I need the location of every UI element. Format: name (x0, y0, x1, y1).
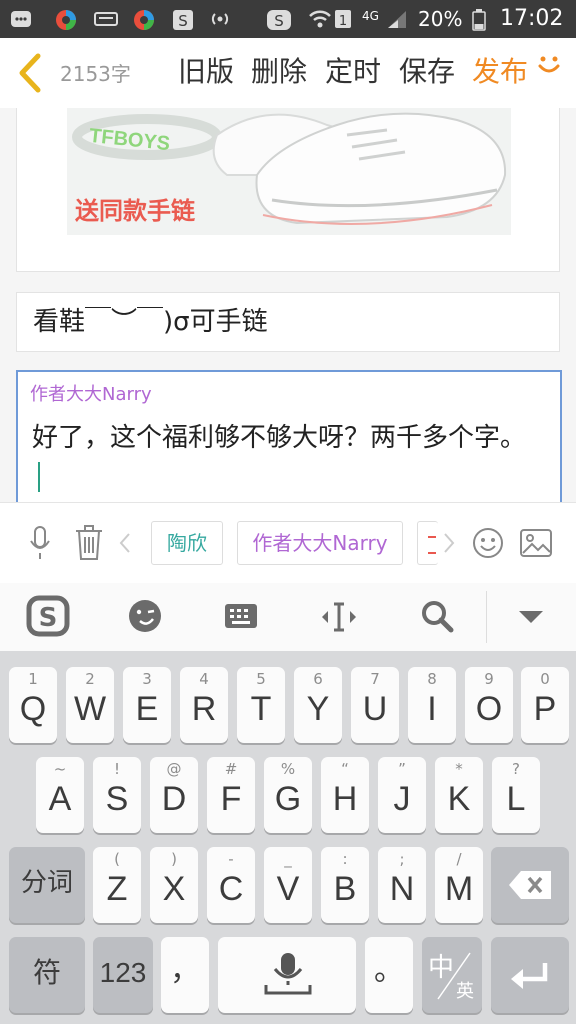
smile-icon (536, 54, 562, 80)
cursor-move-icon[interactable] (320, 601, 358, 637)
sim-icon: 1 (334, 9, 352, 29)
tag-chip-1[interactable]: 作者大大Narry (237, 521, 403, 565)
collapse-keyboard-icon[interactable] (518, 609, 544, 629)
app-icon (54, 9, 78, 30)
message-icon (10, 9, 32, 29)
key-p[interactable]: 0P (521, 667, 569, 743)
status-bar: S S 1 4G 20% 17:02 (0, 0, 576, 38)
key-d[interactable]: @ D (150, 757, 198, 833)
signal-icon (386, 9, 408, 29)
sync-icon: S (266, 9, 292, 30)
key-e[interactable]: 3E (123, 667, 171, 743)
key-j[interactable]: ” J (378, 757, 426, 833)
app-icon-2 (132, 9, 156, 30)
segment-key[interactable]: 分词 (9, 847, 85, 923)
delete-button[interactable]: 删除 (251, 52, 307, 92)
key-c[interactable]: -C (207, 847, 255, 923)
active-text-block[interactable]: 作者大大Narry 好了，这个福利够不够大呀？两千多个字。 (16, 370, 562, 502)
key-w[interactable]: 2W (66, 667, 114, 743)
key-x[interactable]: ) X (150, 847, 198, 923)
paragraph-block[interactable]: 看鞋￣︶￣)σ可手链 (16, 292, 560, 352)
clock: 17:02 (500, 6, 564, 31)
save-button[interactable]: 保存 (399, 52, 455, 92)
key-y[interactable]: 6Y (294, 667, 342, 743)
svg-text:S: S (274, 12, 284, 30)
s-app-icon: S (172, 9, 194, 30)
key-k[interactable]: * K (435, 757, 483, 833)
space-voice-key[interactable] (218, 937, 356, 1013)
battery-icon (472, 9, 486, 31)
voice-space-icon (264, 951, 312, 1001)
backspace-icon (507, 869, 553, 905)
key-i[interactable]: 8I (408, 667, 456, 743)
image-caption: 送同款手链 (75, 197, 195, 225)
scroll-left-icon[interactable] (118, 531, 132, 559)
key-r[interactable]: 4R (180, 667, 228, 743)
enter-key[interactable] (491, 937, 569, 1013)
language-switch-key[interactable]: 中 英 (422, 937, 482, 1013)
editor-title-bar: 2153字 旧版 删除 定时 保存 发布 (0, 38, 576, 109)
emoticon-icon[interactable] (128, 599, 162, 637)
scroll-right-icon[interactable] (442, 531, 456, 559)
network-type: 4G (362, 9, 379, 23)
key-n[interactable]: ; N (378, 847, 426, 923)
tag-chip-0[interactable]: 陶欣 (151, 521, 223, 565)
battery-percent: 20% (418, 7, 463, 31)
shoe-image[interactable]: TFBOYS 送同款手链 (67, 108, 511, 235)
backspace-key[interactable] (491, 847, 569, 923)
image-insert-icon[interactable] (520, 529, 552, 561)
key-o[interactable]: 9O (465, 667, 513, 743)
key-g[interactable]: % G (264, 757, 312, 833)
microphone-icon[interactable] (28, 525, 52, 565)
key-f[interactable]: # F (207, 757, 255, 833)
schedule-button[interactable]: 定时 (325, 52, 381, 92)
comma-key[interactable]: ， (161, 937, 209, 1013)
key-h[interactable]: “H (321, 757, 369, 833)
lang-slash (437, 952, 471, 1000)
key-u[interactable]: 7U (351, 667, 399, 743)
editor-toolbar: 陶欣 作者大大Narry (0, 502, 576, 584)
number-key[interactable]: 123 (93, 937, 153, 1013)
tag-chip-partial[interactable] (417, 521, 438, 565)
old-version-button[interactable]: 旧版 (178, 52, 234, 92)
svg-text:S: S (178, 12, 188, 30)
keyboard: 1Q 2W 3E 4R 5T 6Y 7U 8I 9O 0P ~ A ! S @ D #… (0, 651, 576, 1024)
period-key[interactable]: 。 (365, 937, 413, 1013)
key-t[interactable]: 5T (237, 667, 285, 743)
editor-content[interactable]: TFBOYS 送同款手链 看鞋￣︶￣)σ可手链 作者大大Narry 好了，这个福… (0, 108, 576, 502)
wifi-icon (308, 9, 332, 29)
body-text-input[interactable]: 好了，这个福利够不够大呀？两千多个字。 (32, 418, 532, 498)
key-q[interactable]: 1Q (9, 667, 57, 743)
enter-icon (509, 961, 551, 995)
back-icon[interactable] (14, 52, 44, 98)
svg-text:S: S (39, 603, 58, 633)
partial-tag-mark (428, 536, 436, 554)
keyboard-icon (94, 9, 118, 29)
key-v[interactable]: _ V (264, 847, 312, 923)
image-card[interactable]: TFBOYS 送同款手链 (16, 108, 560, 272)
search-icon[interactable] (420, 599, 454, 637)
trash-icon[interactable] (74, 525, 104, 565)
paragraph-text: 看鞋￣︶￣)σ可手链 (33, 307, 268, 337)
ime-toolbar: S (0, 583, 576, 652)
key-m[interactable]: / M (435, 847, 483, 923)
sogou-logo-icon[interactable]: S (26, 595, 70, 641)
key-s[interactable]: ! S (93, 757, 141, 833)
text-cursor (38, 462, 40, 492)
key-l[interactable]: ? L (492, 757, 540, 833)
keyboard-layout-icon[interactable] (224, 603, 258, 633)
key-z[interactable]: (Z (93, 847, 141, 923)
publish-button[interactable]: 发布 (472, 52, 528, 92)
key-b[interactable]: :B (321, 847, 369, 923)
author-label: 作者大大Narry (30, 384, 152, 405)
body-text: 好了，这个福利够不够大呀？两千多个字。 (32, 423, 527, 453)
hotspot-icon (208, 9, 232, 29)
svg-text:1: 1 (339, 14, 347, 29)
char-count: 2153字 (60, 62, 131, 86)
emoji-icon[interactable] (472, 527, 504, 563)
key-a[interactable]: ~ A (36, 757, 84, 833)
symbol-key[interactable]: 符 (9, 937, 85, 1013)
ime-divider (486, 591, 487, 643)
